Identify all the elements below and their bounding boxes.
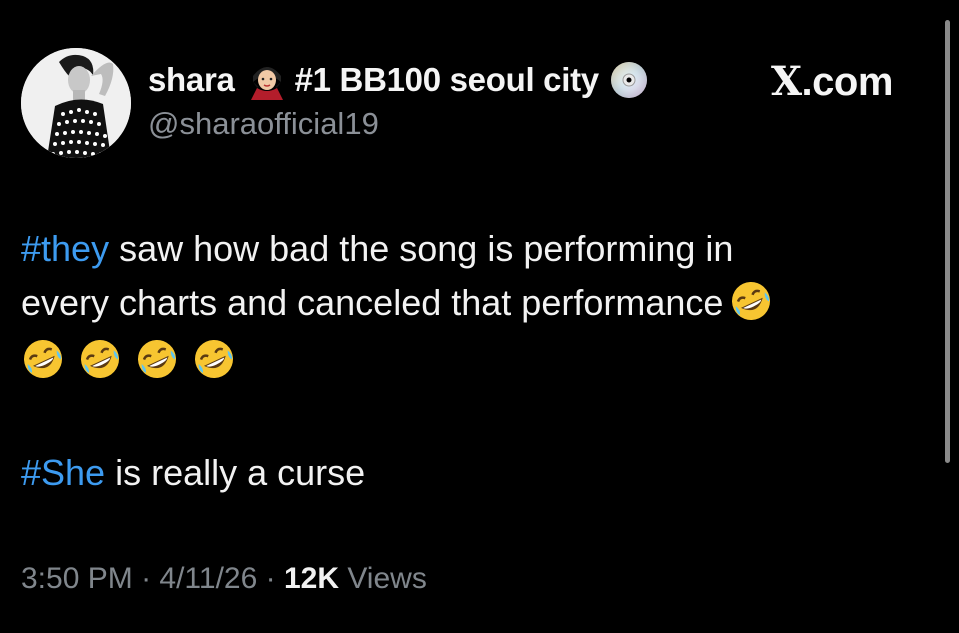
tweet-date[interactable]: 4/11/26 (159, 562, 257, 595)
meta-separator: · (132, 562, 160, 595)
rolling-laughing-emoji-icon (78, 337, 122, 381)
profile-badge-text: #1 BB100 seoul city (294, 61, 600, 98)
rolling-laughing-emoji-icon (729, 279, 773, 323)
hashtag-link[interactable]: #they (21, 228, 109, 269)
vampire-woman-emoji-icon (249, 60, 285, 100)
rolling-laughing-emoji-icon (21, 337, 65, 381)
tweet-line-text: saw how bad the song is performing in (109, 228, 734, 269)
site-label: X.com (771, 58, 893, 105)
display-name[interactable]: shara (148, 61, 235, 99)
views-count[interactable]: 12K (284, 562, 339, 595)
tweet-text: #they saw how bad the song is performing… (21, 222, 921, 388)
scrollbar[interactable] (945, 20, 950, 463)
tweet-meta: 3:50 PM · 4/11/26 · 12K Views (21, 562, 427, 596)
hashtag-link[interactable]: #She (21, 452, 105, 493)
emoji-row (21, 330, 921, 388)
tweet-card: shara #1 BB100 seoul city @sharaofficial… (0, 0, 959, 633)
cd-disc-icon (609, 60, 649, 100)
avatar[interactable] (21, 48, 131, 158)
author-name-row[interactable]: shara #1 BB100 seoul city (148, 60, 649, 100)
site-label-domain: .com (801, 60, 894, 104)
meta-separator: · (257, 562, 284, 595)
tweet-time[interactable]: 3:50 PM (21, 562, 133, 595)
rolling-laughing-emoji-icon (135, 337, 179, 381)
x-logo-icon: X (771, 58, 802, 105)
author-handle[interactable]: @sharaofficial19 (148, 106, 379, 142)
views-label: Views (339, 562, 427, 595)
rolling-laughing-emoji-icon (192, 337, 236, 381)
tweet-line-text: every charts and canceled that performan… (21, 282, 724, 323)
tweet-line: every charts and canceled that performan… (21, 276, 921, 330)
tweet-line: #She is really a curse (21, 446, 365, 500)
tweet-line-text: is really a curse (105, 452, 366, 493)
tweet-line: #they saw how bad the song is performing… (21, 222, 921, 276)
